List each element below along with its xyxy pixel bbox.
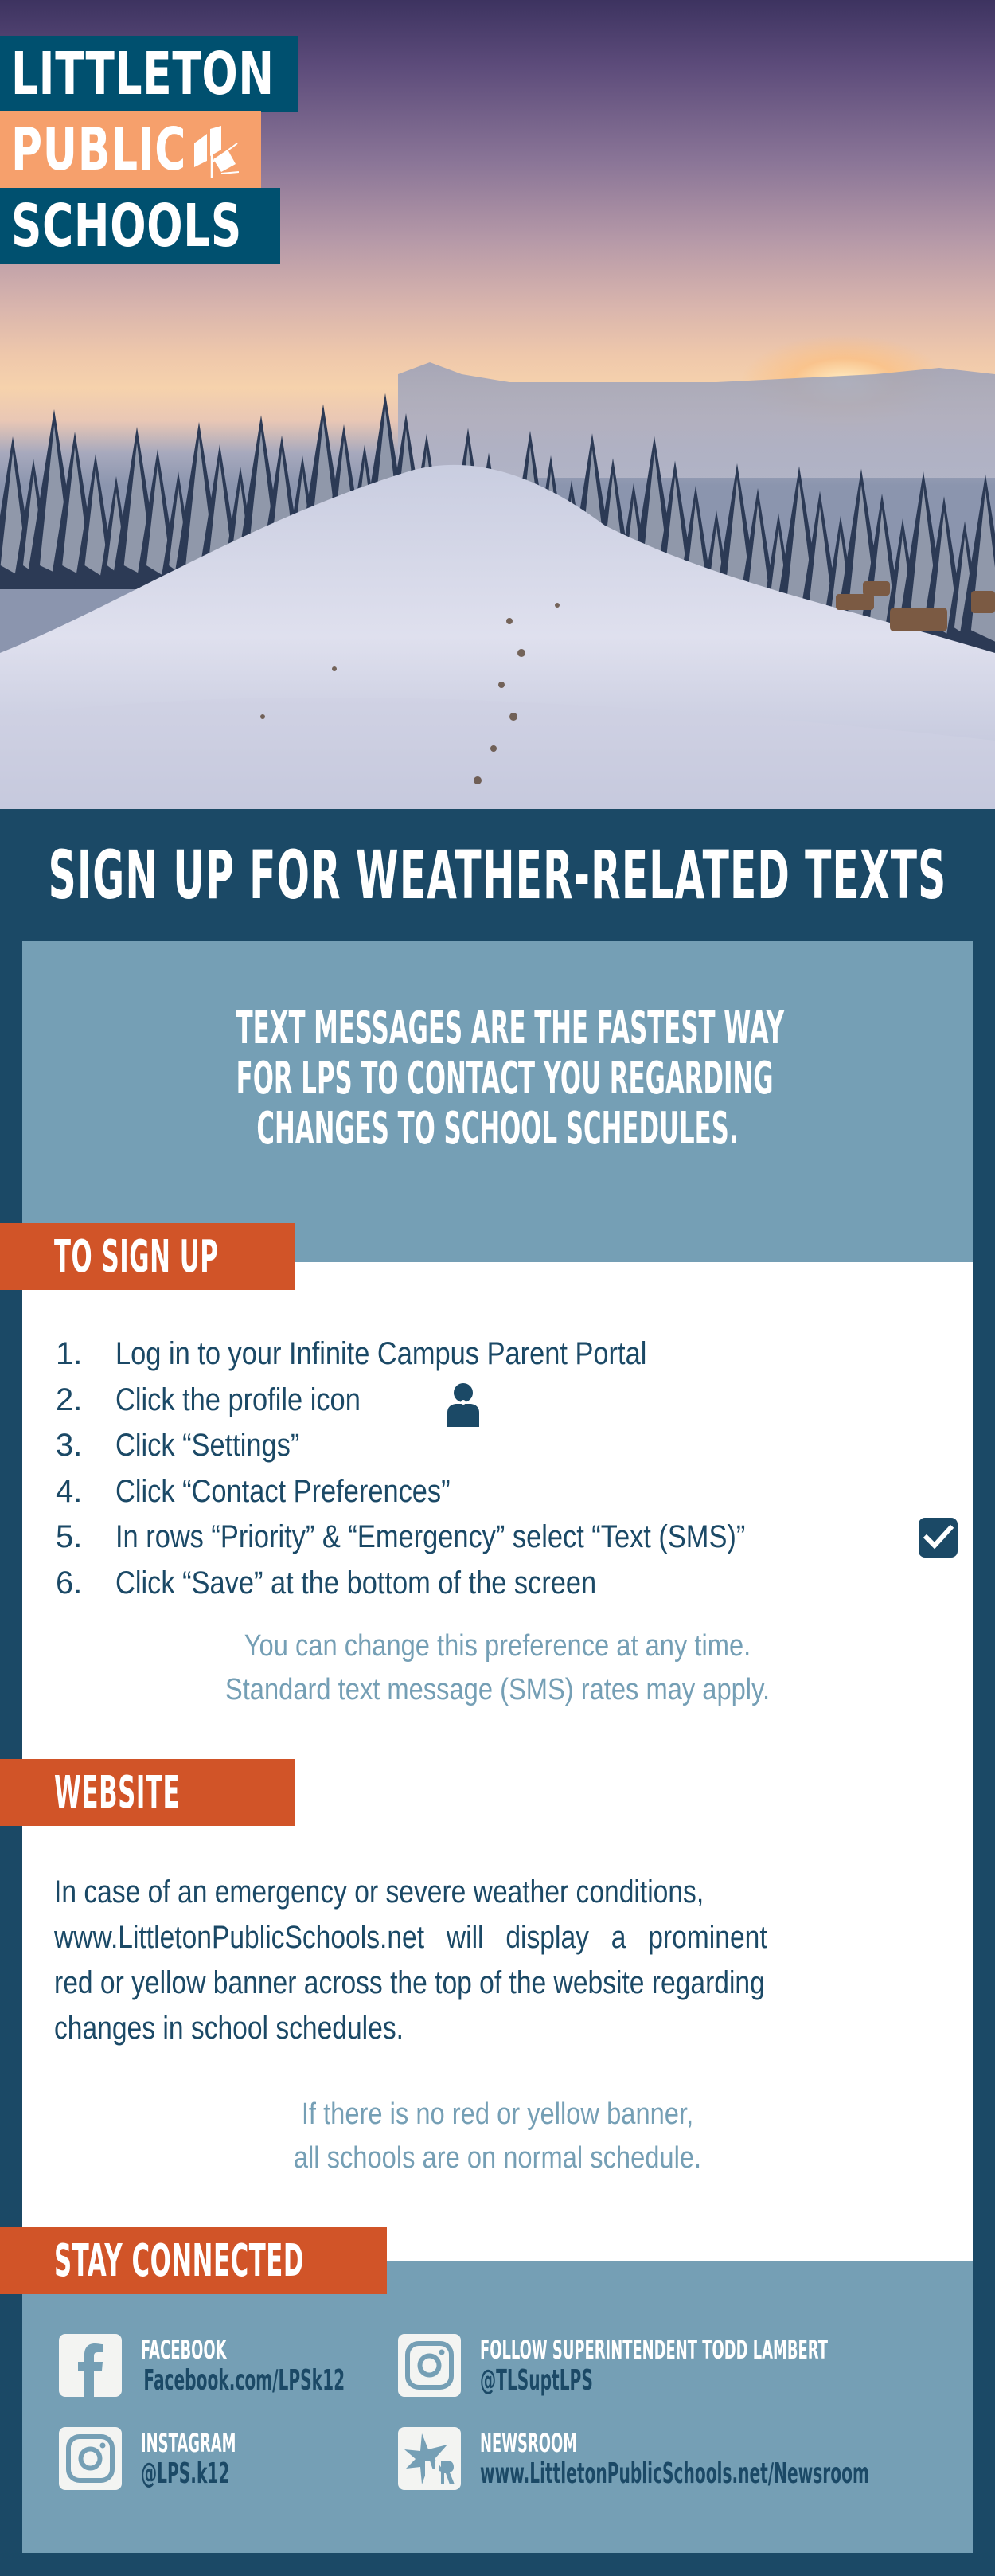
logo-line-littleton: LITTLETON [0, 36, 298, 112]
step-item: 5. In rows “Priority” & “Emergency” sele… [56, 1515, 971, 1561]
instagram-icon [398, 2334, 461, 2397]
section-heading-sign-up: TO SIGN UP [0, 1223, 295, 1290]
profile-icon [447, 1382, 479, 1427]
step-item: 1. Log in to your Infinite Campus Parent… [56, 1336, 647, 1372]
step-item: 6. Click “Save” at the bottom of the scr… [56, 1565, 597, 1601]
step-item: 3. Click “Settings” [56, 1428, 300, 1464]
newsroom-icon [398, 2427, 461, 2490]
page-title: SIGN UP FOR WEATHER-RELATED TEXTS [48, 836, 947, 914]
intro-text: TEXT MESSAGES ARE THE FASTEST WAY FOR LP… [22, 1003, 973, 1154]
title-band: SIGN UP FOR WEATHER-RELATED TEXTS [0, 809, 995, 941]
stay-connected-box [22, 2261, 973, 2553]
facebook-icon [59, 2334, 122, 2397]
checkbox-checked-icon [919, 1518, 958, 1558]
website-note: If there is no red or yellow banner, all… [293, 2097, 702, 2175]
intro-line: CHANGES TO SCHOOL SCHEDULES. [256, 1103, 739, 1155]
sign-up-note: You can change this preference at any ti… [224, 1629, 771, 1706]
intro-line: TEXT MESSAGES ARE THE FASTEST WAY [236, 1003, 785, 1054]
section-heading-stay-connected: STAY CONNECTED [0, 2227, 387, 2294]
step-item: 4. Click “Contact Preferences” [56, 1473, 451, 1509]
sign-up-steps: 1. Log in to your Infinite Campus Parent… [56, 1331, 971, 1606]
step-item: 2. Click the profile icon [56, 1378, 971, 1427]
lps-book-logo-icon [194, 126, 239, 178]
social-newsroom[interactable]: NEWSROOM www.LittletonPublicSchools.net/… [398, 2427, 995, 2490]
website-paragraph: In case of an emergency or severe weathe… [54, 1874, 767, 2046]
section-heading-website: WEBSITE [0, 1759, 295, 1826]
logo-line-schools: SCHOOLS [0, 188, 280, 264]
intro-box: TEXT MESSAGES ARE THE FASTEST WAY FOR LP… [22, 941, 973, 1262]
social-instagram[interactable]: INSTAGRAM @LPS.k12 [59, 2427, 310, 2490]
social-superintendent[interactable]: FOLLOW SUPERINTENDENT TODD LAMBERT @TLSu… [398, 2334, 995, 2397]
intro-line: FOR LPS TO CONTACT YOU REGARDING [236, 1053, 774, 1104]
instagram-icon [59, 2427, 122, 2490]
